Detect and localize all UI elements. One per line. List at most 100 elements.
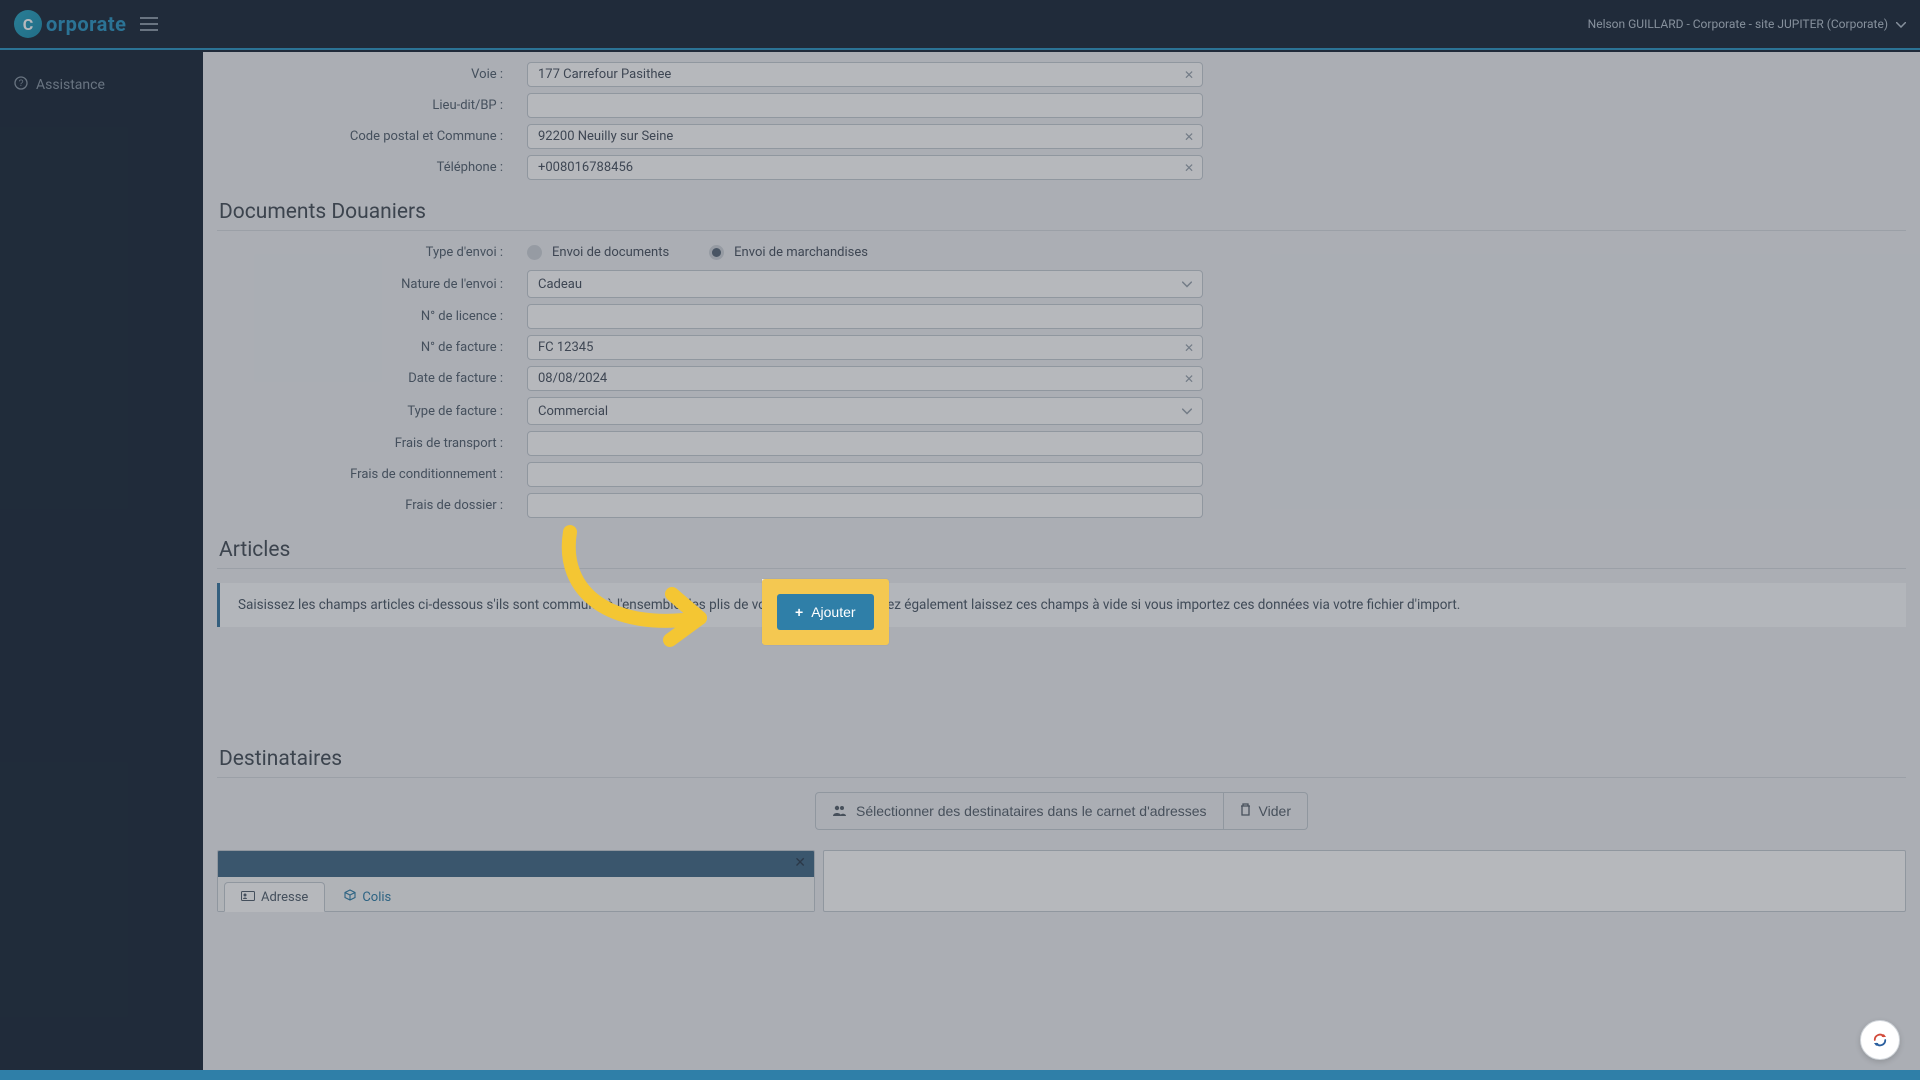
label-type-envoi: Type d'envoi :	[217, 245, 527, 260]
label-type-facture: Type de facture :	[217, 404, 527, 419]
row-tel: Téléphone : +008016788456 ✕	[217, 155, 1906, 180]
brand-mark: C	[14, 10, 42, 38]
trash-icon	[1240, 803, 1251, 819]
dest-card-header: ✕	[218, 851, 814, 877]
add-button-wrap	[217, 653, 1906, 717]
input-voie[interactable]: 177 Carrefour Pasithee ✕	[527, 62, 1203, 87]
label-facture: N° de facture :	[217, 340, 527, 355]
tab-adresse-label: Adresse	[261, 890, 308, 905]
brand-name: orporate	[46, 12, 126, 36]
user-menu[interactable]: Nelson GUILLARD - Corporate - site JUPIT…	[1588, 17, 1906, 31]
row-lieudit: Lieu-dit/BP :	[217, 93, 1906, 118]
dest-tabs: Adresse Colis	[218, 877, 814, 911]
row-nature: Nature de l'envoi : Cadeau	[217, 270, 1906, 298]
dest-card: ✕ Adresse Colis	[217, 850, 815, 912]
row-facture: N° de facture : FC 12345 ✕	[217, 335, 1906, 360]
plus-icon: +	[795, 604, 803, 620]
help-floating-button[interactable]	[1860, 1020, 1900, 1060]
label-tel: Téléphone :	[217, 160, 527, 175]
input-frais-dossier[interactable]	[527, 493, 1203, 518]
close-icon[interactable]: ✕	[1184, 341, 1194, 355]
input-cp-value: 92200 Neuilly sur Seine	[538, 129, 673, 144]
chevron-down-icon	[1182, 277, 1192, 292]
radio-documents-label: Envoi de documents	[552, 245, 669, 260]
vider-label: Vider	[1259, 803, 1291, 819]
svg-text:?: ?	[18, 78, 23, 88]
close-icon[interactable]: ✕	[1184, 68, 1194, 82]
label-lieudit: Lieu-dit/BP :	[217, 98, 527, 113]
input-lieudit[interactable]	[527, 93, 1203, 118]
input-date-facture[interactable]: 08/08/2024 ✕	[527, 366, 1203, 391]
close-icon[interactable]: ✕	[794, 855, 806, 871]
label-frais-dossier: Frais de dossier :	[217, 498, 527, 513]
input-tel-value: +008016788456	[538, 160, 633, 175]
input-voie-value: 177 Carrefour Pasithee	[538, 67, 671, 82]
highlight-frame: + Ajouter	[762, 579, 889, 645]
close-icon[interactable]: ✕	[1184, 130, 1194, 144]
vider-button[interactable]: Vider	[1224, 792, 1308, 830]
row-frais-dossier: Frais de dossier :	[217, 493, 1906, 518]
sidebar: ? Assistance	[0, 52, 203, 1080]
radio-marchandises-label: Envoi de marchandises	[734, 245, 868, 260]
row-type-facture: Type de facture : Commercial	[217, 397, 1906, 425]
sidebar-item-label: Assistance	[36, 77, 105, 93]
tab-colis[interactable]: Colis	[327, 882, 408, 912]
dest-empty-panel	[823, 850, 1906, 912]
section-dest-title: Destinataires	[217, 747, 1906, 778]
radio-icon	[527, 245, 542, 260]
select-nature-value: Cadeau	[538, 277, 582, 292]
help-icon: ?	[14, 76, 28, 94]
box-icon	[344, 889, 356, 905]
main-content: Voie : 177 Carrefour Pasithee ✕ Lieu-dit…	[203, 52, 1920, 1080]
radio-documents[interactable]: Envoi de documents	[527, 245, 669, 260]
label-cp: Code postal et Commune :	[217, 129, 527, 144]
user-line: Nelson GUILLARD - Corporate - site JUPIT…	[1588, 17, 1888, 31]
select-nature[interactable]: Cadeau	[527, 270, 1203, 298]
label-voie: Voie :	[217, 67, 527, 82]
tab-adresse[interactable]: Adresse	[224, 882, 325, 912]
input-cp[interactable]: 92200 Neuilly sur Seine ✕	[527, 124, 1203, 149]
add-button[interactable]: + Ajouter	[777, 594, 874, 630]
refresh-icon	[1871, 1031, 1889, 1049]
label-date-facture: Date de facture :	[217, 371, 527, 386]
select-type-facture-value: Commercial	[538, 404, 608, 419]
add-button-label: Ajouter	[811, 604, 855, 620]
input-date-facture-value: 08/08/2024	[538, 371, 607, 386]
label-frais-transport: Frais de transport :	[217, 436, 527, 451]
radio-icon	[709, 245, 724, 260]
input-frais-cond[interactable]	[527, 462, 1203, 487]
close-icon[interactable]: ✕	[1184, 372, 1194, 386]
close-icon[interactable]: ✕	[1184, 161, 1194, 175]
top-nav: C orporate Nelson GUILLARD - Corporate -…	[0, 0, 1920, 50]
input-licence[interactable]	[527, 304, 1203, 329]
address-card-icon	[241, 890, 255, 905]
bottom-band	[0, 1070, 1920, 1080]
input-facture[interactable]: FC 12345 ✕	[527, 335, 1203, 360]
input-tel[interactable]: +008016788456 ✕	[527, 155, 1203, 180]
radio-marchandises[interactable]: Envoi de marchandises	[709, 245, 868, 260]
row-type-envoi: Type d'envoi : Envoi de documents Envoi …	[217, 245, 1906, 260]
label-nature: Nature de l'envoi :	[217, 277, 527, 292]
section-customs-title: Documents Douaniers	[217, 200, 1906, 231]
row-frais-cond: Frais de conditionnement :	[217, 462, 1906, 487]
row-licence: N° de licence :	[217, 304, 1906, 329]
select-recipients-button[interactable]: Sélectionner des destinataires dans le c…	[815, 792, 1224, 830]
chevron-down-icon	[1182, 404, 1192, 419]
section-articles-title: Articles	[217, 538, 1906, 569]
label-frais-cond: Frais de conditionnement :	[217, 467, 527, 482]
input-facture-value: FC 12345	[538, 340, 593, 355]
dest-button-row: Sélectionner des destinataires dans le c…	[217, 792, 1906, 830]
input-frais-transport[interactable]	[527, 431, 1203, 456]
select-type-facture[interactable]: Commercial	[527, 397, 1203, 425]
tab-colis-label: Colis	[362, 890, 391, 905]
row-voie: Voie : 177 Carrefour Pasithee ✕	[217, 62, 1906, 87]
sidebar-item-assistance[interactable]: ? Assistance	[0, 66, 203, 104]
articles-info: Saisissez les champs articles ci-dessous…	[217, 583, 1906, 627]
menu-toggle-icon[interactable]	[140, 17, 158, 31]
tutorial-highlight: + Ajouter	[762, 579, 889, 645]
row-date-facture: Date de facture : 08/08/2024 ✕	[217, 366, 1906, 391]
row-frais-transport: Frais de transport :	[217, 431, 1906, 456]
dest-area: ✕ Adresse Colis	[217, 850, 1906, 912]
row-cp: Code postal et Commune : 92200 Neuilly s…	[217, 124, 1906, 149]
select-recipients-label: Sélectionner des destinataires dans le c…	[856, 803, 1207, 819]
